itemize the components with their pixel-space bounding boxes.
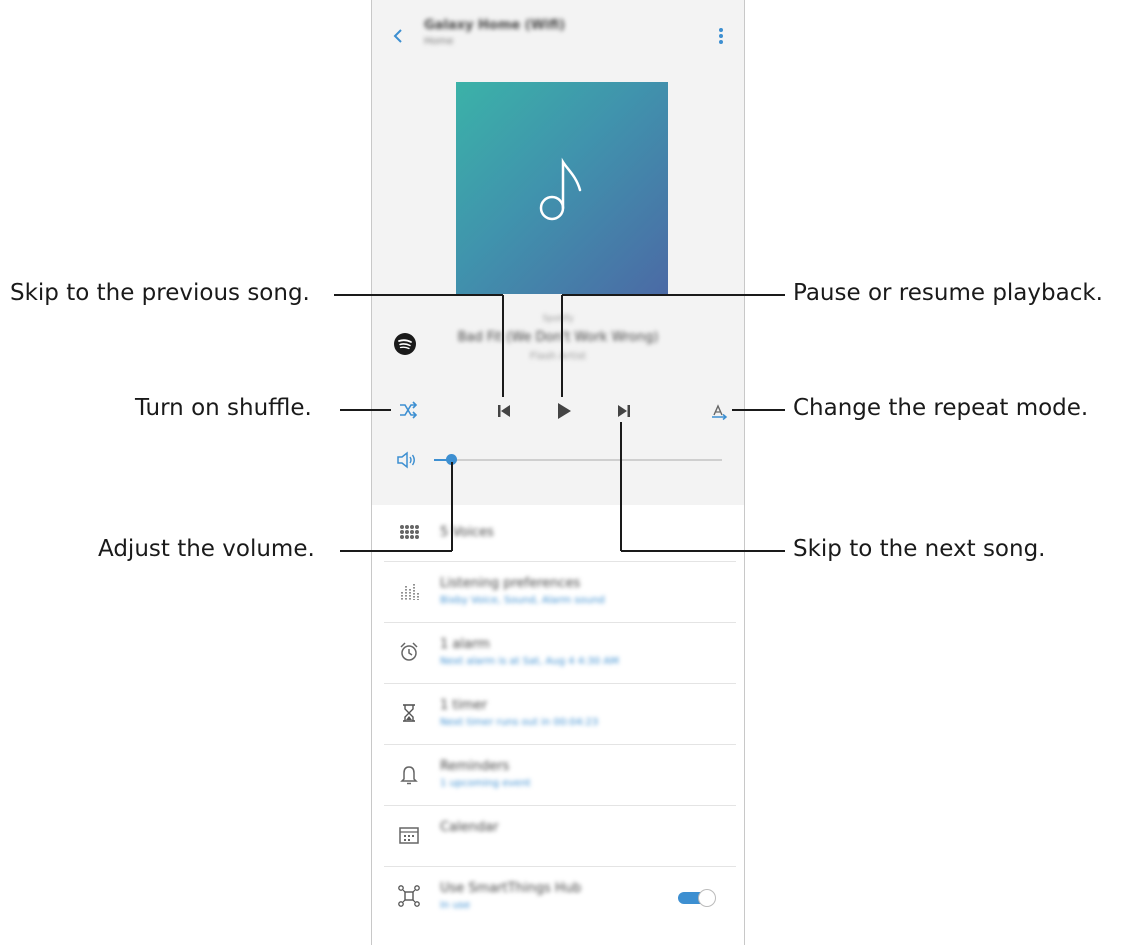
list-item-smartthings-hub[interactable]: Use SmartThings Hub In use [384, 867, 736, 927]
list-item-primary: Use SmartThings Hub [440, 881, 582, 896]
album-art [456, 82, 668, 294]
toggle-knob [698, 889, 716, 907]
repeat-button[interactable] [706, 397, 734, 425]
volume-icon [396, 451, 416, 469]
chevron-left-icon [393, 29, 402, 43]
list-item-secondary: Next timer runs out in 00:04:23 [440, 717, 599, 728]
track-source: Spotify [542, 314, 574, 324]
track-artist: Flash Artist [529, 351, 587, 362]
list-item-text: Calendar [440, 820, 498, 835]
list-item-secondary: Bixby Voice, Sound, Alarm sound [440, 595, 605, 606]
volume-row [372, 440, 744, 480]
more-vertical-icon [719, 28, 723, 44]
list-item-primary: 1 timer [440, 698, 488, 713]
top-bar: Galaxy Home (Wifi) Home [372, 0, 744, 70]
list-item-alarm[interactable]: 1 alarm Next alarm is at Sat, Aug 4 4:30… [384, 623, 736, 684]
callout-previous-song: Skip to the previous song. [10, 280, 310, 306]
phone-screen: Galaxy Home (Wifi) Home Spotify Bad Fit … [371, 0, 745, 945]
volume-slider-track[interactable] [434, 459, 722, 461]
bell-icon [400, 766, 418, 785]
list-item-primary: 1 alarm [440, 637, 490, 652]
list-item-secondary: 1 upcoming event [440, 778, 531, 789]
smartthings-hub-icon [398, 885, 420, 907]
list-item-calendar[interactable]: Calendar [384, 806, 736, 867]
music-player-panel: Galaxy Home (Wifi) Home Spotify Bad Fit … [372, 0, 744, 505]
calendar-icon [399, 827, 419, 844]
skip-previous-icon [498, 405, 510, 417]
list-item-reminders[interactable]: Reminders 1 upcoming event [384, 745, 736, 806]
previous-button[interactable] [490, 397, 518, 425]
device-title-block: Galaxy Home (Wifi) Home [424, 18, 565, 47]
more-options-button[interactable] [712, 24, 730, 48]
music-note-icon [539, 157, 582, 221]
list-item-primary: Calendar [440, 820, 499, 835]
list-item-listening-preferences[interactable]: Listening preferences Bixby Voice, Sound… [384, 562, 736, 623]
track-info: Spotify Bad Fit (We Don't Work Wrong) Fl… [372, 314, 744, 362]
list-item-primary: Reminders [440, 759, 510, 774]
back-button[interactable] [386, 24, 410, 48]
list-item-secondary: Next alarm is at Sat, Aug 4 4:30 AM [440, 656, 619, 667]
repeat-mode-icon [712, 404, 728, 421]
volume-slider-handle[interactable] [446, 454, 457, 465]
track-title: Bad Fit (We Don't Work Wrong) [457, 330, 659, 345]
list-item-text: 5 Voices [440, 525, 494, 540]
smartthings-hub-toggle[interactable] [678, 889, 718, 907]
skip-next-icon [618, 405, 630, 417]
device-settings-list: 5 Voices Listening preferences Bixby Voi… [372, 505, 744, 927]
equalizer-icon [401, 584, 419, 600]
callout-shuffle: Turn on shuffle. [135, 395, 312, 421]
callout-volume: Adjust the volume. [98, 536, 315, 562]
list-item-text: 1 alarm Next alarm is at Sat, Aug 4 4:30… [440, 637, 619, 667]
shuffle-button[interactable] [394, 396, 422, 424]
play-icon [558, 403, 571, 419]
shuffle-icon [400, 401, 418, 419]
callout-next-song: Skip to the next song. [793, 536, 1046, 562]
list-item-text: Listening preferences Bixby Voice, Sound… [440, 576, 605, 606]
callout-pause-resume: Pause or resume playback. [793, 280, 1103, 306]
list-item-secondary: In use [440, 900, 471, 911]
list-item-primary: Listening preferences [440, 576, 581, 591]
grid-icon [400, 525, 419, 539]
list-item-primary: 5 Voices [440, 525, 494, 540]
list-item-text: 1 timer Next timer runs out in 00:04:23 [440, 698, 598, 728]
next-button[interactable] [610, 397, 638, 425]
list-item-timer[interactable]: 1 timer Next timer runs out in 00:04:23 [384, 684, 736, 745]
list-item-text: Reminders 1 upcoming event [440, 759, 531, 789]
list-item-voices[interactable]: 5 Voices [384, 509, 736, 562]
list-item-text: Use SmartThings Hub In use [440, 881, 581, 911]
device-subtitle: Home [424, 36, 454, 47]
callout-repeat-mode: Change the repeat mode. [793, 395, 1089, 421]
device-title: Galaxy Home (Wifi) [424, 18, 566, 33]
hourglass-icon [403, 704, 415, 722]
alarm-clock-icon [400, 642, 418, 661]
play-pause-button[interactable] [550, 397, 578, 425]
